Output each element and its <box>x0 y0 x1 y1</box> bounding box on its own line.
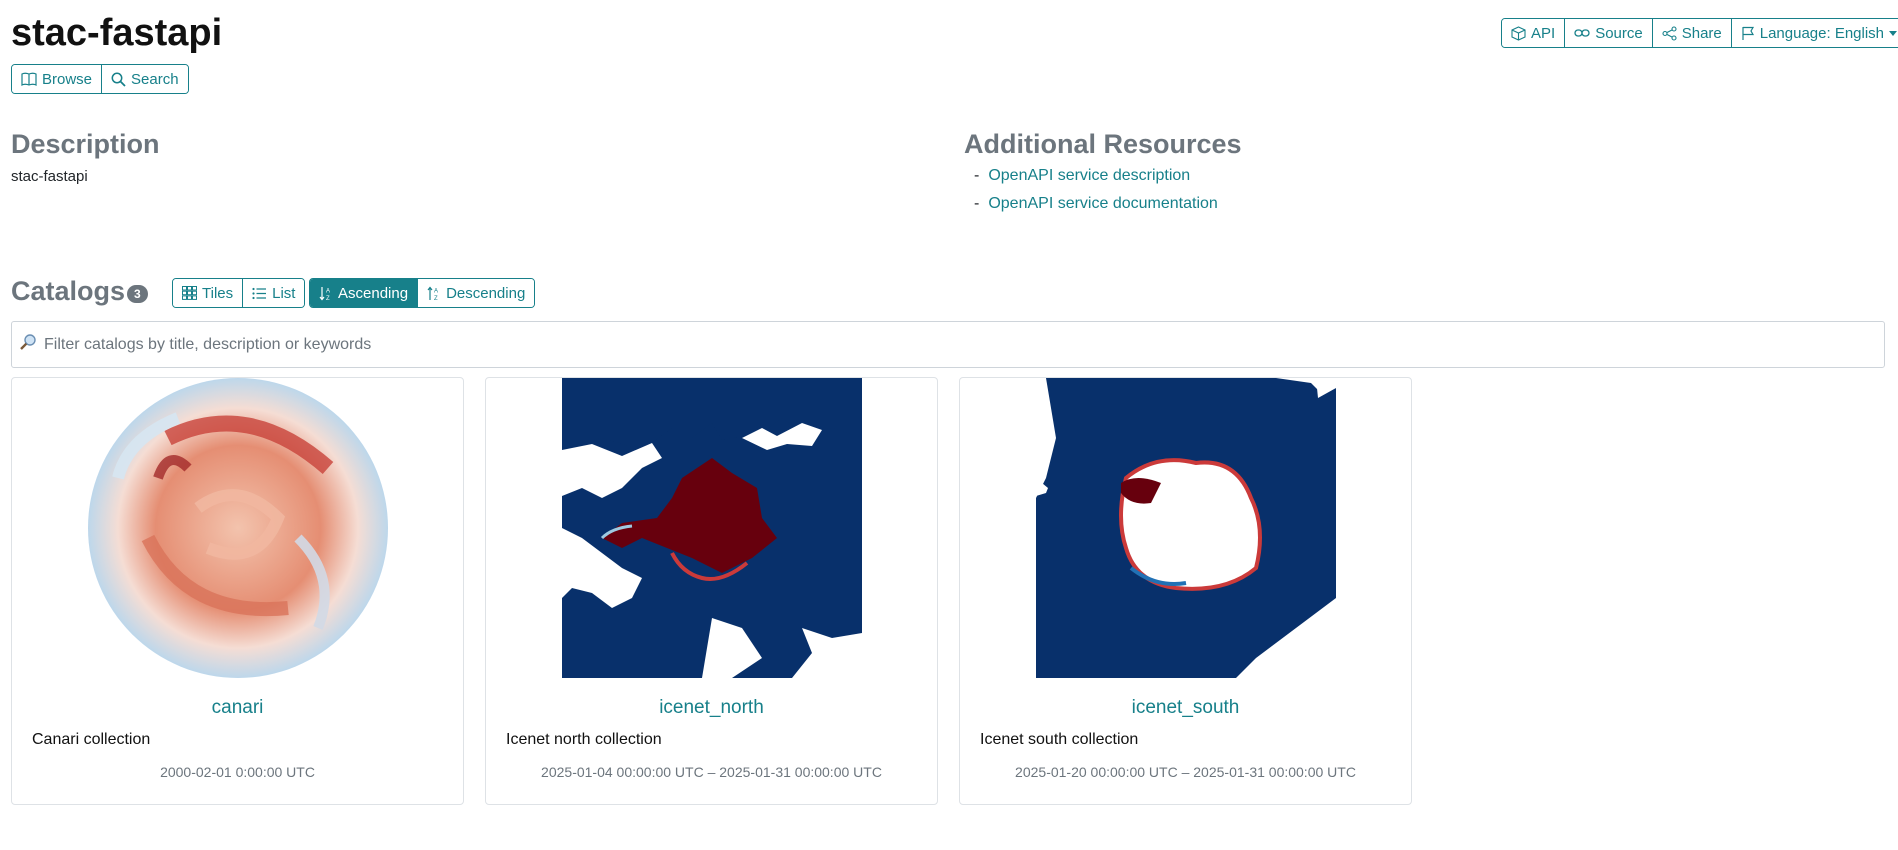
catalog-card-icenet-south[interactable]: icenet_south Icenet south collection 202… <box>959 377 1412 805</box>
icenet-south-thumbnail <box>1036 378 1336 678</box>
description-heading: Description <box>11 129 160 159</box>
book-icon <box>21 72 37 86</box>
catalog-description: Icenet south collection <box>980 731 1139 748</box>
icenet-north-thumbnail <box>562 378 862 678</box>
sort-asc-icon: AZ <box>319 286 330 301</box>
resources-list: - OpenAPI service description - OpenAPI se… <box>964 167 1218 223</box>
list-icon <box>252 287 267 299</box>
list-item: - OpenAPI service documentation <box>974 195 1218 212</box>
descending-label: Descending <box>446 284 526 302</box>
browse-label: Browse <box>42 70 93 88</box>
canari-thumbnail <box>88 378 388 678</box>
sort-toggle: AZ Ascending AZ Descending <box>309 278 536 308</box>
catalog-count-badge: 3 <box>127 285 148 303</box>
grid-icon <box>182 286 197 300</box>
svg-text:A: A <box>326 288 330 294</box>
ascending-label: Ascending <box>338 284 409 302</box>
cube-icon <box>1511 25 1526 41</box>
list-item: - OpenAPI service description <box>974 167 1191 184</box>
sort-descending-button[interactable]: AZ Descending <box>417 279 535 307</box>
share-label: Share <box>1681 24 1722 42</box>
svg-text:A: A <box>434 288 438 294</box>
page-title: stac-fastapi <box>11 12 223 54</box>
caret-down-icon <box>1889 30 1898 36</box>
sort-desc-icon: AZ <box>427 286 438 301</box>
resources-heading: Additional Resources <box>964 129 1242 159</box>
share-icon <box>1662 25 1677 41</box>
tiles-view-button[interactable]: Tiles <box>173 279 243 307</box>
api-button[interactable]: API <box>1502 19 1565 47</box>
catalog-dates: 2025-01-20 00:00:00 UTC – 2025-01-31 00:… <box>1015 764 1356 780</box>
catalog-card-canari[interactable]: canari Canari collection 2000-02-01 0:00… <box>11 377 464 805</box>
catalogs-heading: Catalogs <box>11 276 126 306</box>
catalog-dates: 2000-02-01 0:00:00 UTC <box>160 764 315 780</box>
catalog-description: Icenet north collection <box>506 731 662 748</box>
link-icon <box>1574 29 1590 37</box>
openapi-description-link[interactable]: OpenAPI service description <box>988 167 1190 184</box>
catalog-title[interactable]: icenet_south <box>960 697 1411 719</box>
sort-ascending-button[interactable]: AZ Ascending <box>310 279 418 307</box>
search-icon <box>111 72 126 87</box>
catalog-title[interactable]: icenet_north <box>486 697 937 719</box>
list-view-button[interactable]: List <box>242 279 305 307</box>
toolbar: API Source Share Language: English <box>1501 18 1898 48</box>
catalog-filter-input[interactable] <box>42 334 1884 355</box>
list-label: List <box>272 284 296 302</box>
catalog-description: Canari collection <box>32 731 151 748</box>
catalog-title[interactable]: canari <box>12 697 463 719</box>
browse-button[interactable]: Browse <box>12 65 102 93</box>
svg-text:Z: Z <box>326 296 330 301</box>
tiles-label: Tiles <box>202 284 234 302</box>
view-toggle: Tiles List <box>172 278 306 308</box>
svg-text:Z: Z <box>434 296 438 301</box>
magnifier-icon <box>19 333 37 356</box>
api-label: API <box>1531 24 1556 42</box>
flag-icon <box>1742 26 1754 40</box>
catalog-card-icenet-north[interactable]: icenet_north Icenet north collection 202… <box>485 377 938 805</box>
description-text: stac-fastapi <box>11 168 88 185</box>
source-button[interactable]: Source <box>1564 19 1652 47</box>
search-label: Search <box>131 70 179 88</box>
catalog-filter-box <box>11 321 1885 368</box>
openapi-documentation-link[interactable]: OpenAPI service documentation <box>988 195 1217 212</box>
catalog-dates: 2025-01-04 00:00:00 UTC – 2025-01-31 00:… <box>541 764 882 780</box>
language-dropdown[interactable]: Language: English <box>1730 19 1898 47</box>
nav-button-group: Browse Search <box>11 64 189 94</box>
search-button[interactable]: Search <box>101 65 188 93</box>
language-label: Language: English <box>1759 24 1885 42</box>
source-label: Source <box>1595 24 1643 42</box>
share-button[interactable]: Share <box>1651 19 1731 47</box>
